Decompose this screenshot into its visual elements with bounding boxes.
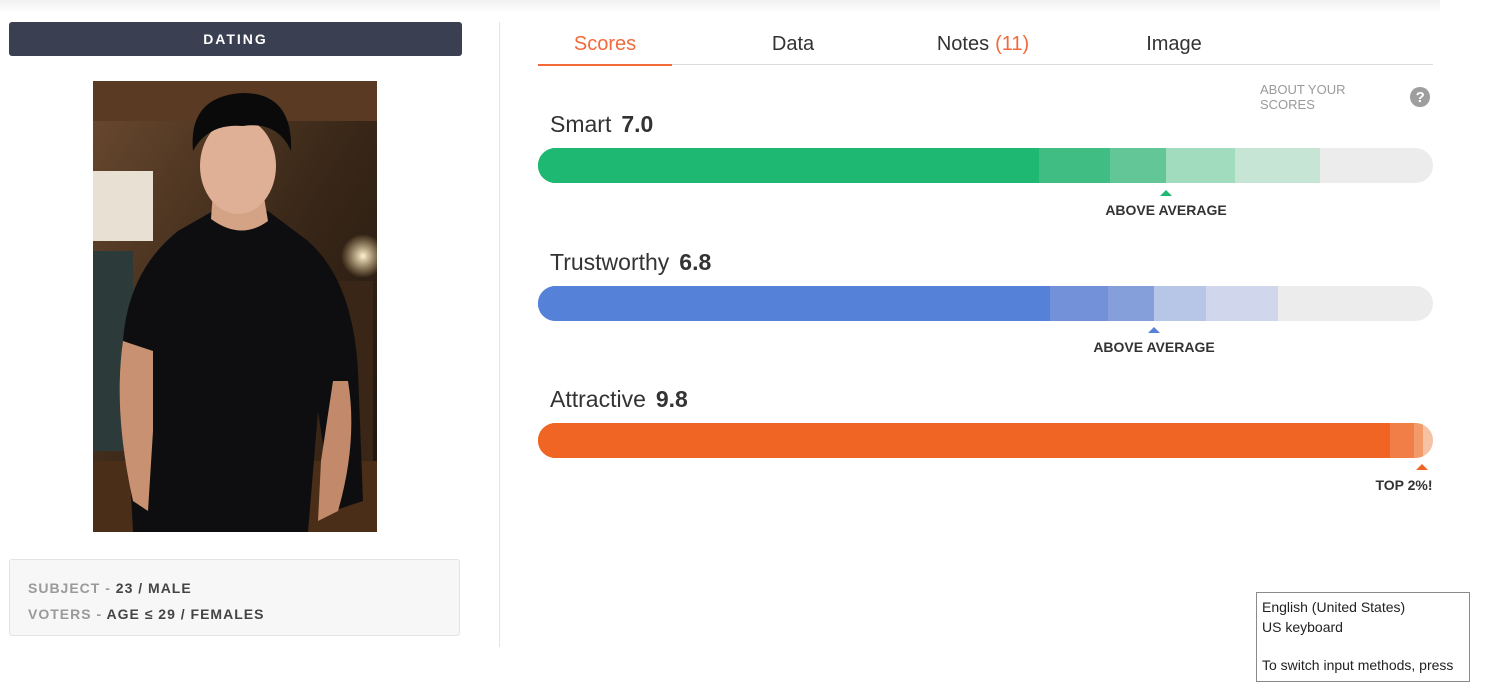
trustworthy-label: Trustworthy xyxy=(550,249,670,275)
tab-scores-label: Scores xyxy=(573,32,637,55)
trustworthy-score-title: Trustworthy 6.8 xyxy=(550,249,711,276)
attractive-label: Attractive xyxy=(550,386,646,412)
subject-info-box: SUBJECT - 23 / MALE VOTERS - AGE ≤ 29 / … xyxy=(9,559,460,636)
smart-bar-fill xyxy=(538,148,1039,183)
tab-image[interactable]: Image xyxy=(1107,24,1241,64)
subject-value: 23 / MALE xyxy=(115,580,192,596)
subject-key: SUBJECT - xyxy=(28,580,116,596)
trustworthy-marker-icon xyxy=(1148,327,1160,333)
tab-notes[interactable]: Notes (11) xyxy=(916,24,1050,64)
tab-data-label: Data xyxy=(771,32,815,55)
voters-row: VOTERS - AGE ≤ 29 / FEMALES xyxy=(28,601,459,627)
smart-value: 7.0 xyxy=(621,111,654,137)
subject-photo xyxy=(93,81,377,532)
trustworthy-rank-label: ABOVE AVERAGE xyxy=(1093,339,1215,355)
top-shadow xyxy=(0,0,1440,14)
tab-image-label: Image xyxy=(1146,32,1202,55)
column-divider xyxy=(499,22,500,647)
about-scores-label: ABOUT YOUR SCORES xyxy=(1260,82,1346,112)
tab-bar: Scores Data Notes (11) Image xyxy=(538,24,1433,66)
category-header: DATING xyxy=(9,22,462,56)
attractive-score-title: Attractive 9.8 xyxy=(550,386,688,413)
smart-score-bar xyxy=(538,148,1433,183)
subject-row: SUBJECT - 23 / MALE xyxy=(28,575,459,601)
smart-score-title: Smart 7.0 xyxy=(550,111,653,138)
smart-rank-label: ABOVE AVERAGE xyxy=(1105,202,1227,218)
attractive-value: 9.8 xyxy=(655,386,688,412)
notes-count: (11) xyxy=(995,32,1030,55)
tooltip-language: English (United States) xyxy=(1262,599,1406,615)
attractive-bar-fill xyxy=(538,423,1390,458)
tooltip-hint: To switch input methods, press xyxy=(1262,657,1454,673)
tooltip-keyboard: US keyboard xyxy=(1262,619,1343,635)
voters-value: AGE ≤ 29 / FEMALES xyxy=(106,606,265,622)
attractive-marker-icon xyxy=(1416,464,1428,470)
question-circle-icon: ? xyxy=(1410,87,1430,107)
voters-key: VOTERS - xyxy=(28,606,107,622)
trustworthy-score-bar xyxy=(538,286,1433,321)
tab-scores[interactable]: Scores xyxy=(538,24,672,66)
trustworthy-bar-fill xyxy=(538,286,1050,321)
attractive-rank-label: TOP 2%! xyxy=(1375,477,1433,493)
tab-data[interactable]: Data xyxy=(726,24,860,64)
smart-marker-icon xyxy=(1160,190,1172,196)
attractive-score-bar xyxy=(538,423,1433,458)
trustworthy-value: 6.8 xyxy=(679,249,712,275)
about-scores-link[interactable]: ABOUT YOUR SCORES ? xyxy=(1260,82,1430,112)
tab-notes-label: Notes xyxy=(936,32,990,55)
smart-label: Smart xyxy=(550,111,612,137)
